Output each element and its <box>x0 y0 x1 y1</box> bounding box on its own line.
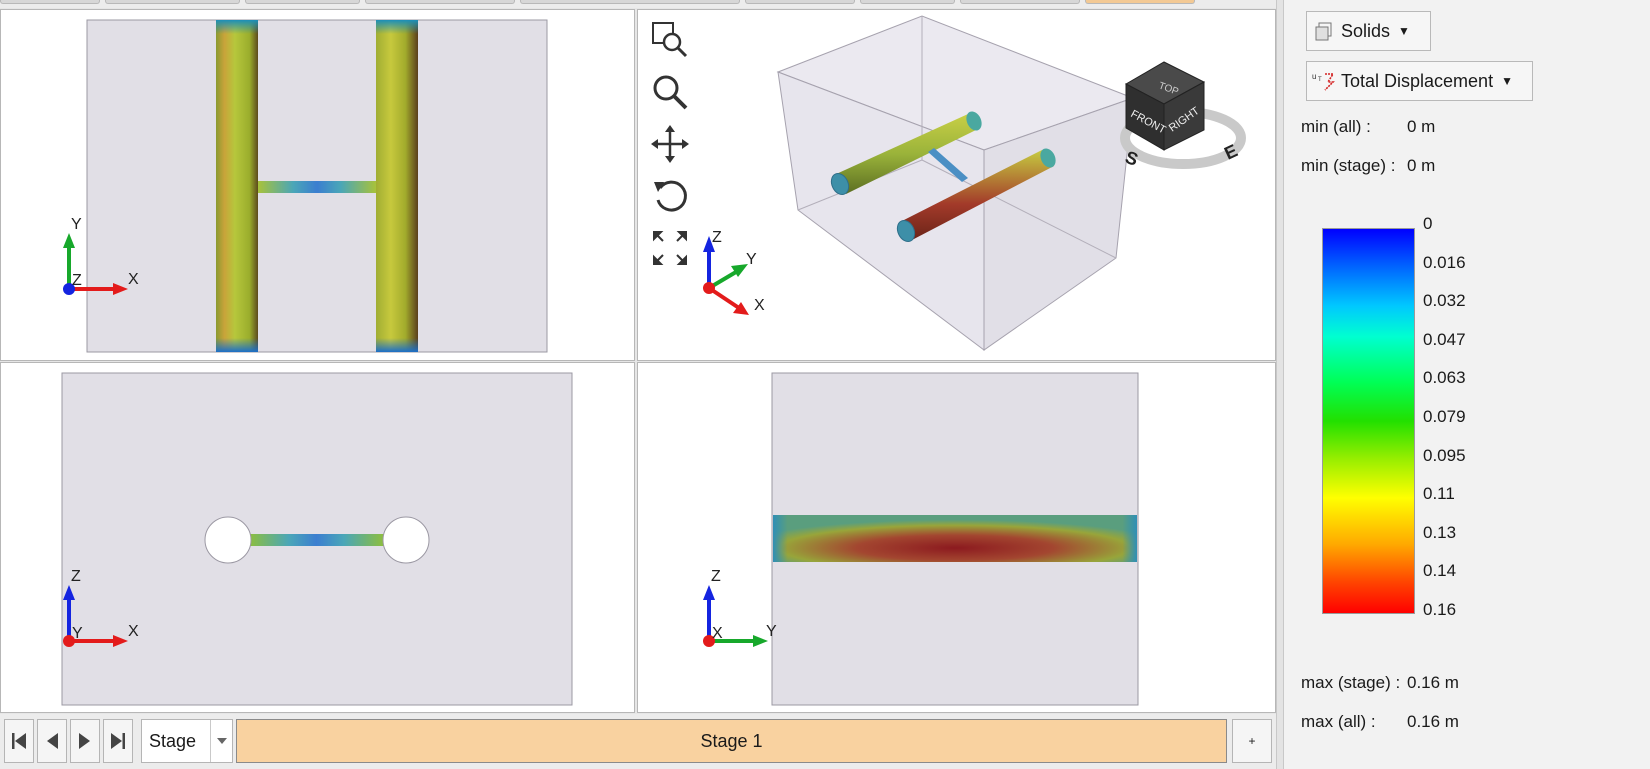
displacement-icon: uT <box>1307 70 1341 92</box>
svg-text:T: T <box>1318 77 1322 83</box>
min-all-row: min (all) :0 m <box>1301 117 1436 136</box>
svg-text:Y: Y <box>766 623 777 640</box>
legend-tick-label: 0.13 <box>1423 522 1457 542</box>
svg-text:X: X <box>712 625 723 642</box>
pan-icon[interactable] <box>648 122 692 166</box>
display-mode-dropdown[interactable]: Solids ▼ <box>1306 11 1431 51</box>
legend-tick-label: 0.095 <box>1423 445 1466 465</box>
cross-passage <box>248 534 385 546</box>
tunnel-left <box>216 20 258 352</box>
max-stage-row: max (stage) :0.16 m <box>1301 673 1459 692</box>
rotate-icon[interactable] <box>648 174 692 218</box>
svg-text:Y: Y <box>746 251 757 268</box>
svg-text:u: u <box>1312 72 1316 81</box>
tunnel-right <box>376 20 418 352</box>
top-view-canvas: Y X Z <box>63 19 548 353</box>
legend-tick-label: 0.016 <box>1423 252 1466 272</box>
chevron-down-icon: ▼ <box>1501 74 1513 88</box>
cross-passage <box>258 181 376 193</box>
legend-tick-label: 0.11 <box>1423 484 1455 504</box>
svg-text:X: X <box>754 297 765 314</box>
chevron-down-icon: ▼ <box>1398 24 1410 38</box>
solids-icon <box>1307 20 1341 42</box>
stage-bar: Stage Stage 1 + <box>0 714 1276 769</box>
side-view-canvas: Z Y X <box>703 372 1139 706</box>
max-all-row: max (all) :0.16 m <box>1301 712 1459 731</box>
perspective-view-canvas: TOP FRONT RIGHT S E Z Y X <box>703 15 1246 352</box>
view-cube[interactable]: TOP FRONT RIGHT S E <box>1120 61 1246 170</box>
display-mode-label: Solids <box>1341 20 1391 41</box>
zoom-icon[interactable] <box>648 70 692 114</box>
front-viewport[interactable]: Z X Y <box>0 362 635 713</box>
svg-text:Z: Z <box>71 568 81 585</box>
svg-text:Y: Y <box>71 216 82 233</box>
add-stage-button[interactable]: + <box>1232 719 1272 763</box>
axis-triad-side: Z Y X <box>703 568 777 647</box>
legend-tick-label: 0.079 <box>1423 407 1466 426</box>
svg-text:X: X <box>128 271 139 288</box>
side-viewport[interactable]: Z Y X <box>637 362 1276 713</box>
application-window: Y X Z TOP FRONT RIGHT S E Z Y X Z X Y Z … <box>0 0 1650 769</box>
last-stage-icon[interactable] <box>103 719 133 763</box>
tunnel-left-section <box>204 516 252 564</box>
result-type-label: Total Displacement <box>1341 70 1494 91</box>
svg-text:Z: Z <box>72 272 82 289</box>
legend-tick-label: 0.047 <box>1423 329 1466 349</box>
color-legend-bar <box>1322 228 1415 614</box>
svg-text:Z: Z <box>712 229 722 246</box>
svg-text:Z: Z <box>711 568 721 585</box>
result-type-dropdown[interactable]: uT Total Displacement ▼ <box>1306 61 1533 101</box>
front-view-canvas: Z X Y <box>61 372 573 706</box>
svg-text:Y: Y <box>72 625 83 642</box>
stage-selector-label: Stage <box>149 730 197 751</box>
current-stage-tab[interactable]: Stage 1 <box>236 719 1227 763</box>
axis-triad-perspective: Z Y X <box>703 229 765 315</box>
legend-tick-label: 0.063 <box>1423 368 1466 388</box>
legend-tick-label: 0.032 <box>1423 291 1466 311</box>
fit-extents-icon[interactable] <box>648 226 692 270</box>
top-viewport[interactable]: Y X Z <box>0 9 635 361</box>
panel-splitter[interactable] <box>1276 0 1284 769</box>
legend-tick-label: 0.16 <box>1423 600 1457 619</box>
legend-tick-label: 0.14 <box>1423 561 1457 581</box>
min-stage-row: min (stage) :0 m <box>1301 156 1436 175</box>
zoom-window-icon[interactable] <box>648 18 692 62</box>
svg-text:X: X <box>128 623 139 640</box>
results-panel: Solids ▼ uT Total Displacement ▼ min (al… <box>1284 0 1650 769</box>
perspective-viewport[interactable]: TOP FRONT RIGHT S E Z Y X <box>637 9 1276 361</box>
previous-stage-icon[interactable] <box>37 719 67 763</box>
chevron-down-icon[interactable] <box>210 720 232 762</box>
legend-tick-label: 0 <box>1423 214 1433 233</box>
first-stage-icon[interactable] <box>4 719 34 763</box>
tunnel-right-section <box>382 516 430 564</box>
stage-selector[interactable]: Stage <box>141 719 233 763</box>
next-stage-icon[interactable] <box>70 719 100 763</box>
view-tab-strip <box>0 0 1276 8</box>
